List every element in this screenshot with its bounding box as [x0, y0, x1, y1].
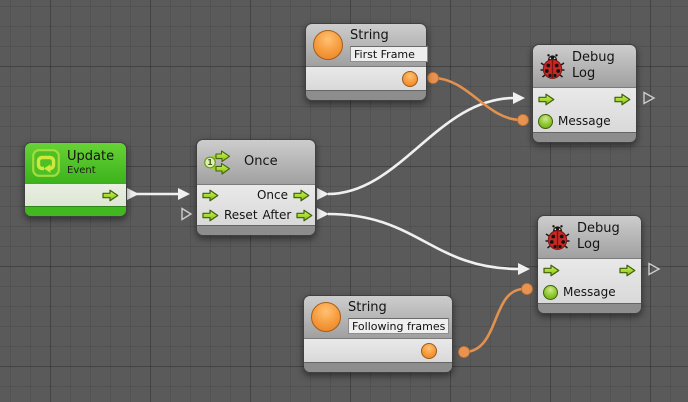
node-body [306, 67, 426, 90]
node-body: Message [533, 88, 636, 132]
debug-second-unconnected-output-port[interactable] [649, 264, 659, 275]
node-header[interactable]: Update Event [25, 143, 126, 184]
string-literal-icon [311, 302, 341, 332]
update-loop-icon [32, 149, 60, 177]
once-flow-output-port[interactable] [293, 189, 310, 202]
node-subtitle: Event [67, 165, 114, 177]
message-value-input-port[interactable] [538, 114, 553, 129]
string-value-output-port[interactable] [402, 71, 418, 87]
node-debug-log-second[interactable]: Debug Log Message [537, 215, 642, 314]
node-header[interactable]: String [306, 24, 426, 67]
node-header[interactable]: 1 Once [197, 140, 315, 185]
node-footer [306, 90, 426, 100]
reset-input-label: Reset [224, 208, 258, 222]
once-cycle-icon: 1 [204, 150, 237, 175]
flow-input-port[interactable] [202, 189, 219, 202]
ladybug-debug-icon [540, 53, 565, 80]
node-footer [533, 132, 636, 142]
node-body: Message [538, 259, 641, 303]
flow-output-port[interactable] [102, 189, 121, 202]
node-header[interactable]: Debug Log [533, 45, 636, 88]
once-row-enter: Once [197, 185, 315, 205]
once-reset-unconnected-port[interactable] [182, 209, 191, 220]
node-footer [538, 303, 641, 313]
flow-output-port[interactable] [614, 93, 631, 106]
node-footer [304, 362, 452, 372]
node-update-event[interactable]: Update Event [24, 142, 127, 217]
string-value-input[interactable] [350, 46, 428, 62]
node-footer [25, 206, 126, 216]
node-footer [197, 225, 315, 235]
node-string-following-frames[interactable]: String [303, 295, 453, 373]
once-output-label: Once [257, 188, 288, 202]
message-label: Message [563, 285, 616, 299]
wire-string-following-to-message[interactable] [459, 284, 533, 358]
string-literal-icon [313, 30, 343, 60]
node-subtitle: Log [577, 237, 620, 253]
flow-output-port[interactable] [619, 264, 636, 277]
ladybug-debug-icon [545, 224, 570, 251]
wire-update-to-once[interactable] [127, 188, 190, 200]
graph-canvas[interactable]: Update Event [0, 0, 688, 402]
flow-input-port[interactable] [538, 93, 555, 106]
node-string-first-frame[interactable]: String [305, 23, 427, 101]
node-debug-log-first[interactable]: Debug Log Message [532, 44, 637, 143]
node-body [25, 184, 126, 206]
node-title: Once [244, 154, 278, 170]
once-badge: 1 [207, 158, 212, 167]
node-subtitle: Log [572, 66, 615, 82]
wire-once-to-debug-second[interactable] [317, 208, 530, 275]
after-flow-output-port[interactable] [296, 209, 313, 222]
reset-input-port[interactable] [202, 209, 219, 222]
flow-input-port[interactable] [543, 264, 560, 277]
wire-once-to-debug-first[interactable] [317, 92, 525, 200]
node-header[interactable]: String [304, 296, 452, 339]
after-output-label: After [263, 208, 292, 222]
string-value-input[interactable] [348, 318, 449, 334]
node-title: Debug [577, 221, 620, 237]
node-body [304, 339, 452, 362]
node-title: Update [67, 149, 114, 165]
node-title: String [348, 300, 449, 316]
node-header[interactable]: Debug Log [538, 216, 641, 259]
node-body: Once Reset After [197, 185, 315, 225]
string-value-output-port[interactable] [421, 343, 437, 359]
node-title: Debug [572, 50, 615, 66]
node-once[interactable]: 1 Once Once [196, 139, 316, 236]
once-row-reset: Reset After [197, 205, 315, 225]
node-title: String [350, 28, 428, 44]
message-label: Message [558, 114, 611, 128]
message-value-input-port[interactable] [543, 285, 558, 300]
debug-first-unconnected-output-port[interactable] [644, 93, 654, 104]
